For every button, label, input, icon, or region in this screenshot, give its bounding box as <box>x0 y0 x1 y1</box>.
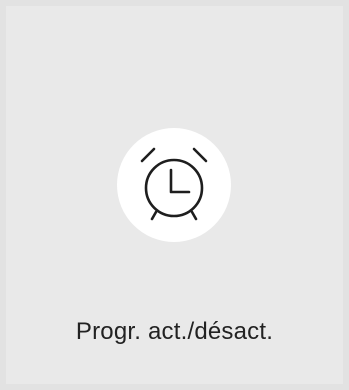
alarm-clock-icon <box>140 147 208 221</box>
icon-badge <box>117 128 231 242</box>
timer-menu-tile[interactable]: Progr. act./désact. <box>6 6 343 384</box>
tile-label: Progr. act./désact. <box>75 318 274 345</box>
